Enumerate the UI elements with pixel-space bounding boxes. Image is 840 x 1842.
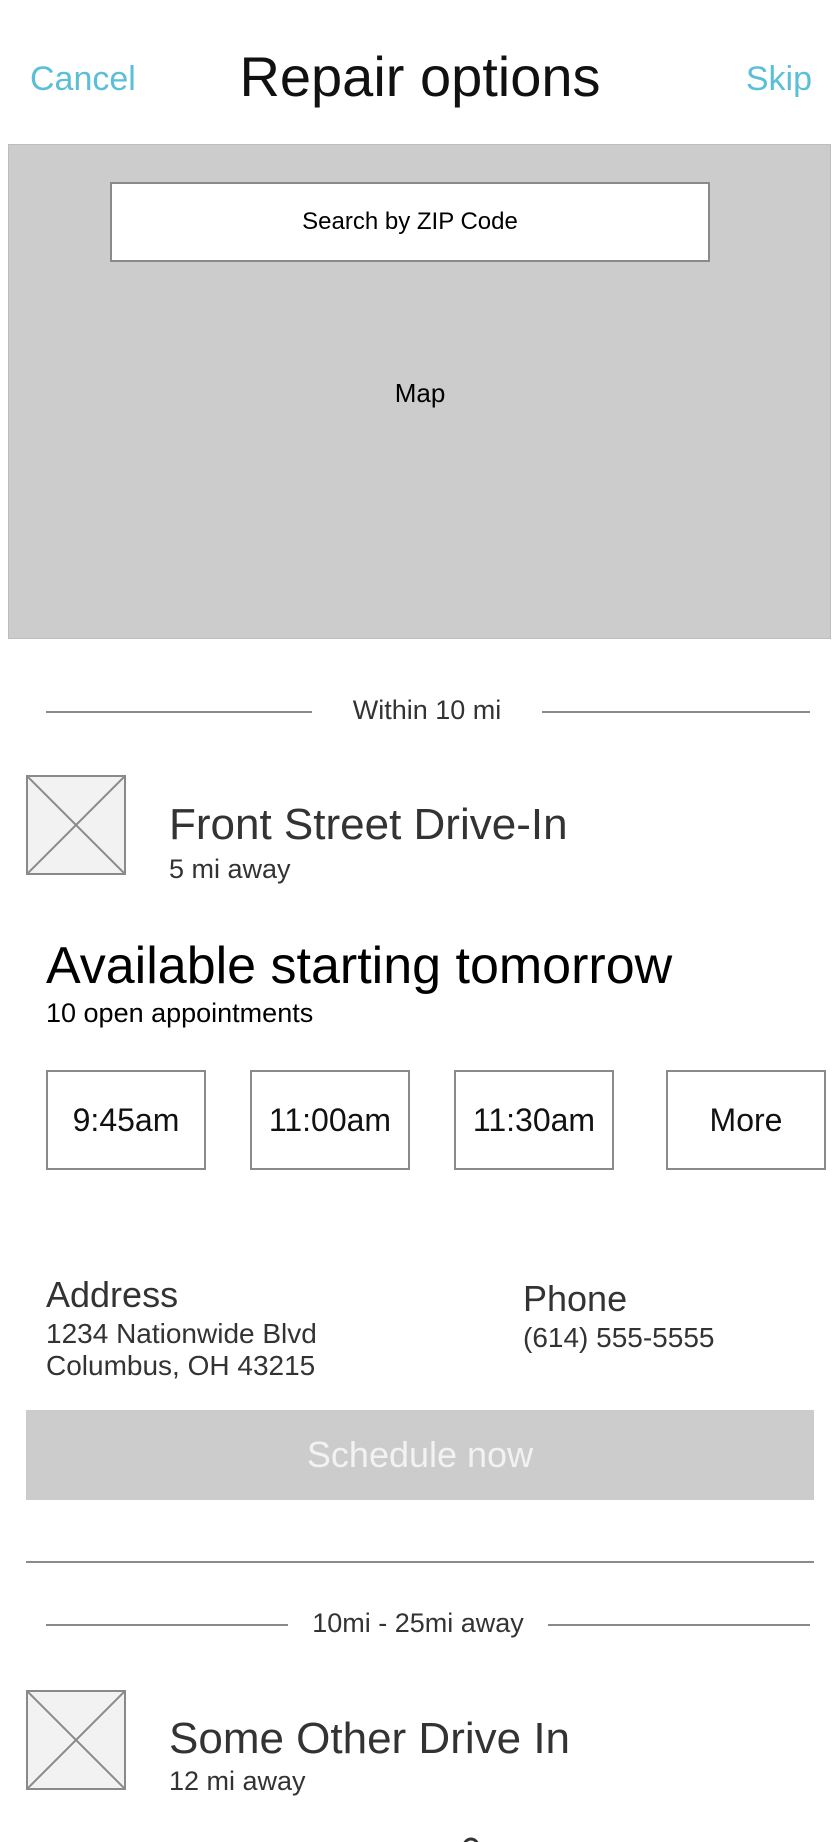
shop-thumbnail-image-placeholder-icon [26,775,126,875]
divider-line-left [46,711,312,713]
section-divider [26,1561,814,1563]
time-slot-button[interactable]: 11:00am [250,1070,410,1170]
shop-thumbnail-image-placeholder-icon [26,1690,126,1790]
shop-name[interactable]: Some Other Drive In [169,1714,570,1764]
appointments-count: 10 open appointments [46,998,314,1028]
range-label: 10mi - 25mi away [312,1608,524,1638]
address-line-2: Columbus, OH 43215 [46,1350,316,1381]
cut-off-content [462,1832,480,1842]
availability-title: Available starting tomorrow [46,937,673,995]
zip-search-field[interactable]: Search by ZIP Code [110,182,710,262]
phone-number[interactable]: (614) 555-5555 [523,1322,714,1354]
address-line-1: 1234 Nationwide Blvd [46,1318,317,1349]
shop-name[interactable]: Front Street Drive-In [169,800,568,850]
skip-button[interactable]: Skip [746,60,812,99]
page-title: Repair options [239,45,601,108]
divider-line-right [548,1624,810,1626]
shop-distance: 12 mi away [169,1766,306,1796]
shop-distance: 5 mi away [169,854,291,884]
schedule-now-button[interactable]: Schedule now [26,1410,814,1500]
range-label: Within 10 mi [352,695,502,725]
phone-label: Phone [523,1278,628,1319]
time-slot-button[interactable]: 9:45am [46,1070,206,1170]
more-times-button[interactable]: More [666,1070,826,1170]
time-slot-button[interactable]: 11:30am [454,1070,614,1170]
map-placeholder-label: Map [394,378,446,408]
address-label: Address [46,1274,179,1315]
divider-line-left [46,1624,288,1626]
divider-line-right [542,711,810,713]
